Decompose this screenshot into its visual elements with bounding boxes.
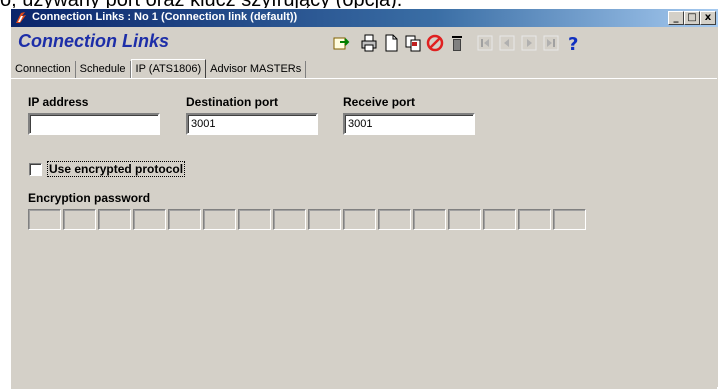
maximize-button[interactable]: □	[684, 11, 700, 25]
encryption-password-cell[interactable]	[133, 209, 166, 230]
header-row: Connection Links ?	[11, 27, 718, 57]
encryption-password-cell[interactable]	[308, 209, 341, 230]
encryption-password-label: Encryption password	[28, 191, 151, 205]
import-icon[interactable]	[331, 33, 351, 53]
receive-port-field[interactable]: 3001	[343, 113, 475, 135]
window-controls: _ □ x	[668, 11, 716, 25]
title-bar[interactable]: Connection Links : No 1 (Connection link…	[11, 9, 718, 27]
svg-text:?: ?	[568, 34, 578, 53]
copy-icon[interactable]	[403, 33, 423, 53]
ip-address-label: IP address	[28, 95, 89, 109]
encryption-password-cell[interactable]	[63, 209, 96, 230]
tab-advisor-masters[interactable]: Advisor MASTERs	[206, 61, 307, 79]
encryption-password-cell[interactable]	[518, 209, 551, 230]
encryption-password-cell[interactable]	[553, 209, 586, 230]
delete-icon[interactable]	[447, 33, 467, 53]
encryption-password-cell[interactable]	[168, 209, 201, 230]
connection-links-window: Connection Links : No 1 (Connection link…	[10, 8, 718, 389]
encrypted-protocol-checkbox[interactable]	[29, 163, 42, 176]
encryption-password-cell[interactable]	[238, 209, 271, 230]
minimize-button[interactable]: _	[668, 11, 684, 25]
last-record-icon[interactable]	[541, 33, 561, 53]
ip-address-field[interactable]	[28, 113, 160, 135]
toolbar: ?	[331, 33, 585, 53]
tab-strip: Connection Schedule IP (ATS1806) Advisor…	[11, 59, 307, 79]
new-document-icon[interactable]	[381, 33, 401, 53]
encryption-password-cell[interactable]	[378, 209, 411, 230]
encryption-password-cell[interactable]	[273, 209, 306, 230]
tab-panel-ip: IP address Destination port 3001 Receive…	[11, 78, 717, 389]
encryption-password-cell[interactable]	[483, 209, 516, 230]
tab-connection[interactable]: Connection	[11, 61, 76, 79]
encryption-password-cell[interactable]	[448, 209, 481, 230]
tab-schedule[interactable]: Schedule	[75, 61, 131, 79]
encryption-password-cell[interactable]	[343, 209, 376, 230]
encryption-password-cell[interactable]	[28, 209, 61, 230]
destination-port-field[interactable]: 3001	[186, 113, 318, 135]
app-logo-icon	[16, 12, 26, 23]
next-record-icon[interactable]	[519, 33, 539, 53]
destination-port-label: Destination port	[186, 95, 278, 109]
cancel-icon[interactable]	[425, 33, 445, 53]
print-icon[interactable]	[359, 33, 379, 53]
first-record-icon[interactable]	[475, 33, 495, 53]
previous-record-icon[interactable]	[497, 33, 517, 53]
encrypted-protocol-label[interactable]: Use encrypted protocol	[46, 161, 186, 177]
section-title: Connection Links	[18, 31, 170, 51]
close-button[interactable]: x	[700, 11, 716, 25]
window-title: Connection Links : No 1 (Connection link…	[32, 11, 298, 23]
receive-port-label: Receive port	[343, 95, 416, 109]
encryption-password-cell[interactable]	[413, 209, 446, 230]
encryption-password-cell[interactable]	[98, 209, 131, 230]
encryption-password-cell[interactable]	[203, 209, 236, 230]
help-icon[interactable]: ?	[563, 33, 583, 53]
tab-ip-ats1806[interactable]: IP (ATS1806)	[130, 59, 207, 79]
